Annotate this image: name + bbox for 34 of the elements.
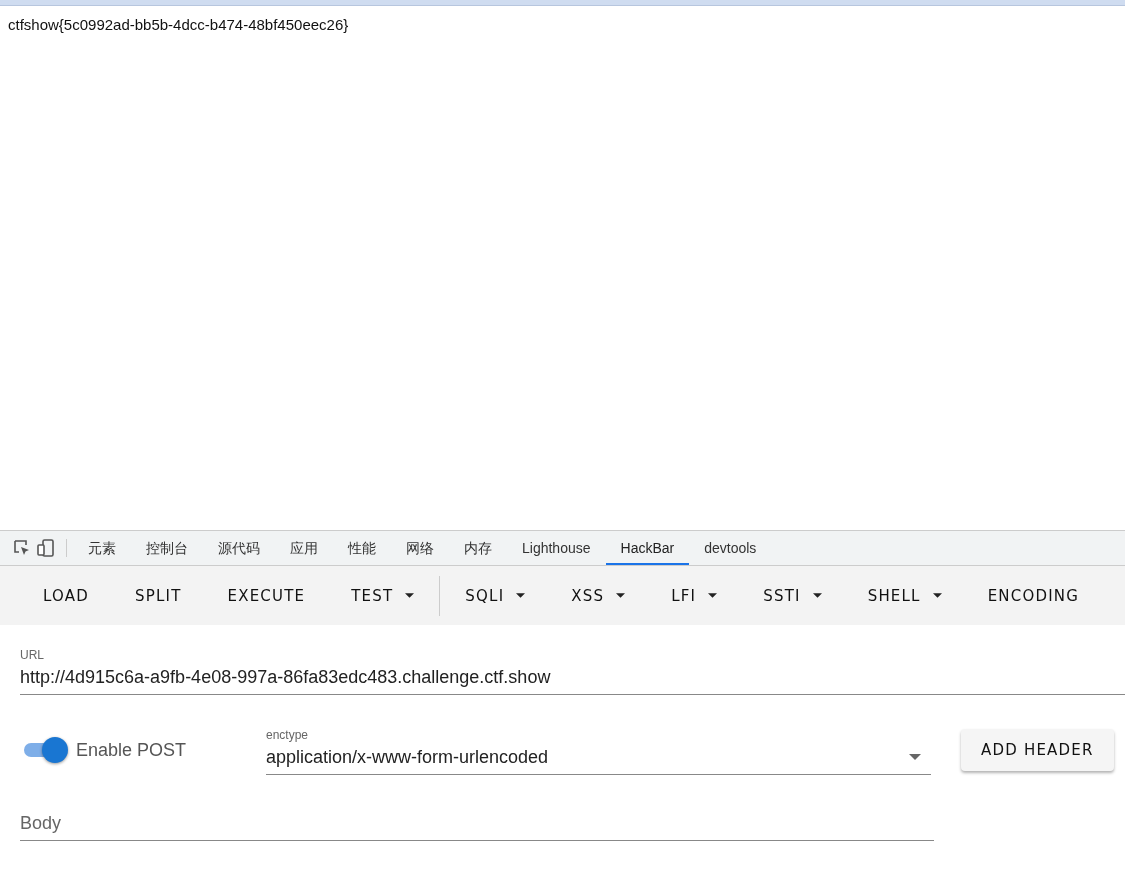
enctype-select[interactable]: enctype application/x-www-form-urlencoded <box>266 725 931 775</box>
menu-button[interactable]: TEST <box>328 578 438 613</box>
device-icon[interactable] <box>36 538 56 558</box>
devtools-tab[interactable]: 元素 <box>73 531 131 565</box>
caret-icon <box>616 593 626 598</box>
menu-button[interactable]: SSTI <box>740 578 845 613</box>
toolbar-button[interactable]: LOAD <box>20 578 112 613</box>
devtools-tab[interactable]: 性能 <box>333 531 391 565</box>
devtools-tab[interactable]: Lighthouse <box>507 531 606 565</box>
caret-icon <box>909 754 921 760</box>
caret-icon <box>812 593 822 598</box>
devtools-tab[interactable]: 应用 <box>275 531 333 565</box>
enable-post-label: Enable POST <box>76 739 188 761</box>
devtools-tab[interactable]: 源代码 <box>203 531 275 565</box>
url-label: URL <box>20 648 44 662</box>
toolbar-button[interactable]: ENCODING <box>964 578 1103 613</box>
devtools-tab[interactable]: devtools <box>689 531 772 565</box>
devtools-tab[interactable]: 控制台 <box>131 531 203 565</box>
devtools-tab[interactable]: 网络 <box>391 531 449 565</box>
url-field[interactable]: http://4d915c6a-a9fb-4e08-997a-86fa83edc483.challenge.ctf.show <box>20 663 1125 694</box>
menu-button[interactable]: SHELL <box>844 578 965 613</box>
caret-icon <box>708 593 718 598</box>
menu-button[interactable]: SQLI <box>442 578 549 613</box>
devtools-tab[interactable]: 内存 <box>449 531 507 565</box>
add-header-button[interactable]: ADD HEADER <box>961 729 1114 771</box>
menu-button[interactable]: LFI <box>648 578 741 613</box>
page-text: ctfshow{5c0992ad-bb5b-4dcc-b474-48bf450eec26} <box>8 16 349 33</box>
toolbar-button[interactable]: SPLIT <box>112 578 205 613</box>
caret-icon <box>932 593 942 598</box>
caret-icon <box>405 593 415 598</box>
menu-button[interactable]: XSS <box>548 578 649 613</box>
caret-icon <box>516 593 526 598</box>
toolbar-button[interactable]: EXECUTE <box>204 578 329 613</box>
body-field[interactable]: Body <box>20 809 934 840</box>
